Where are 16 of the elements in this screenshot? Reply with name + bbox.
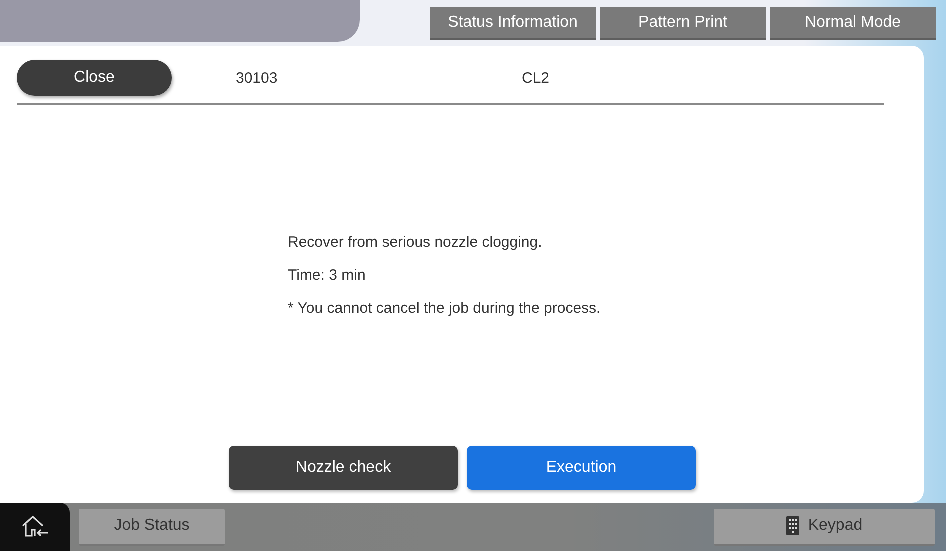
home-icon bbox=[21, 515, 49, 539]
keypad-icon bbox=[786, 516, 800, 536]
close-button[interactable]: Close bbox=[17, 60, 172, 96]
top-menu-button[interactable]: Normal Mode bbox=[770, 7, 936, 40]
keypad-button[interactable]: Keypad bbox=[714, 508, 935, 546]
top-menu-button[interactable]: Status Information bbox=[430, 7, 596, 40]
message-text: * You cannot cancel the job during the process. bbox=[288, 300, 602, 317]
execution-button[interactable]: Execution bbox=[467, 446, 696, 490]
action-button[interactable]: Nozzle check bbox=[229, 446, 458, 490]
job-status-button[interactable]: Job Status bbox=[79, 508, 225, 546]
message-text: Time: 3 min bbox=[288, 267, 367, 284]
message-text: Recover from serious nozzle clogging. bbox=[288, 234, 544, 251]
target-label: CL2 bbox=[522, 70, 550, 86]
top-menu-button[interactable]: Pattern Print bbox=[600, 7, 766, 40]
error-code: 30103 bbox=[236, 70, 279, 86]
home-button[interactable] bbox=[0, 503, 70, 551]
